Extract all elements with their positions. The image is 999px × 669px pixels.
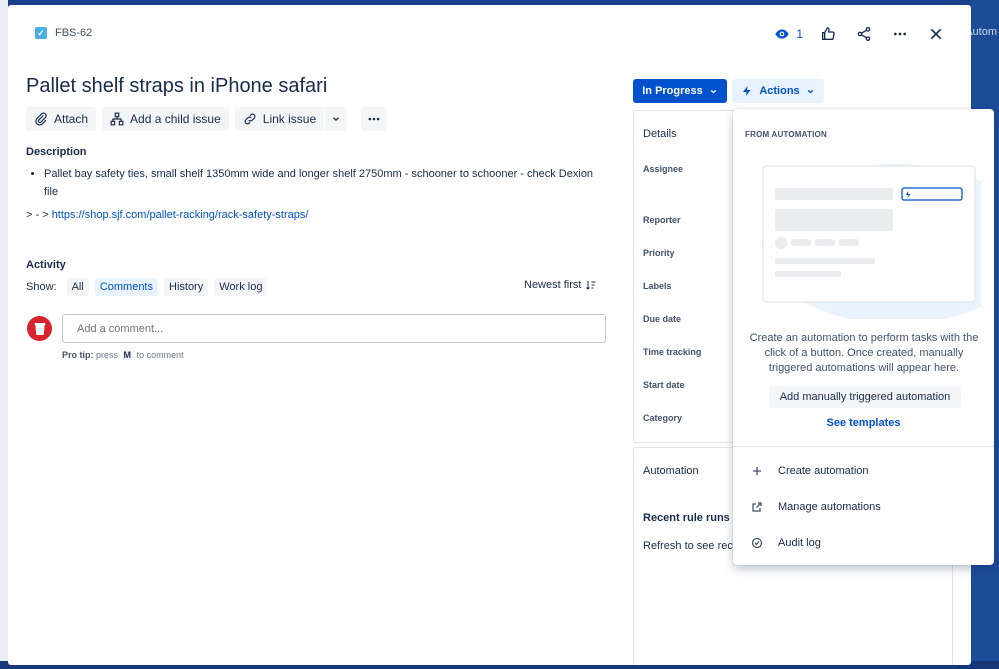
pro-tip-key: M [120,350,135,360]
link-prefix: > - > [26,209,52,221]
background-left-column [0,0,8,669]
lightning-bolt-icon [743,86,751,96]
add-child-label: Add a child issue [130,112,221,126]
chevron-down-icon [807,89,813,94]
field-category: Category [643,413,683,423]
pro-tip: Pro tip: press M to comment [62,350,184,360]
header-actions: 1 [774,23,947,45]
modal-header: ✓ FBS-62 1 [8,5,971,65]
description-link-line: > - > https://shop.sjf.com/pallet-rackin… [26,209,308,221]
filter-comments[interactable]: Comments [94,278,158,296]
field-assignee: Assignee [643,164,684,174]
dropdown-divider [733,446,994,447]
automation-title[interactable]: Automation [643,465,699,477]
dropdown-description: Create an automation to perform tasks wi… [749,332,979,374]
chevron-down-icon [333,117,340,122]
share-button[interactable] [853,23,875,45]
add-manual-automation-button[interactable]: Add manually triggered automation [769,386,961,408]
toolbar-more-button[interactable] [361,107,388,131]
external-link-icon [750,501,764,513]
plus-icon [750,465,764,477]
description-bullet: Pallet bay safety ties, small shelf 1350… [44,165,604,201]
activity-heading: Activity [26,259,66,271]
sort-icon [586,281,596,290]
pro-tip-label: Pro tip: [62,350,94,360]
refresh-text: Refresh to see rece [643,540,739,552]
actions-dropdown-button[interactable]: Actions [732,79,824,103]
automation-illustration [762,164,981,319]
actions-label: Actions [759,85,800,97]
share-icon [857,27,871,41]
issue-toolbar: Attach Add a child issue Link issue [26,107,388,131]
pro-tip-post: to comment [136,350,184,360]
description-heading: Description [26,146,87,158]
pro-tip-pre: press [96,350,119,360]
sort-order-label: Newest first [524,279,582,291]
eye-icon [775,29,789,39]
show-label: Show: [26,281,57,293]
link-icon [244,113,256,125]
link-issue-label: Link issue [262,112,317,126]
see-templates-link[interactable]: See templates [733,417,994,429]
link-issue-split-button: Link issue [234,107,348,131]
close-button[interactable] [925,23,947,45]
link-issue-dropdown-button[interactable] [325,107,348,131]
field-priority: Priority [643,248,675,258]
field-time-tracking: Time tracking [643,347,702,357]
comment-input[interactable] [62,314,606,343]
filter-all[interactable]: All [66,278,89,296]
field-start-date: Start date [643,380,685,390]
hierarchy-icon [110,112,124,126]
filter-work-log[interactable]: Work log [214,278,268,296]
watch-count: 1 [796,27,803,41]
description-content[interactable]: Pallet bay safety ties, small shelf 1350… [44,165,604,201]
watch-button[interactable]: 1 [774,26,803,42]
task-type-icon: ✓ [35,27,47,39]
create-automation-label: Create automation [778,465,869,477]
filter-history[interactable]: History [164,278,209,296]
link-issue-button[interactable]: Link issue [234,107,325,131]
add-child-issue-button[interactable]: Add a child issue [102,107,229,131]
dropdown-heading: FROM AUTOMATION [745,130,827,139]
issue-key[interactable]: FBS-62 [55,27,92,39]
menu-item-audit-log[interactable]: Audit log [733,529,994,557]
actions-dropdown-menu: FROM AUTOMATION Create an automation to … [733,109,994,565]
field-labels: Labels [643,281,672,291]
more-icon [894,32,906,36]
more-options-button[interactable] [889,23,911,45]
audit-log-label: Audit log [778,537,821,549]
status-label: In Progress [642,85,703,97]
menu-item-manage-automations[interactable]: Manage automations [733,493,994,521]
description-link[interactable]: https://shop.sjf.com/pallet-racking/rack… [52,209,309,221]
field-due-date: Due date [643,314,682,324]
issue-title[interactable]: Pallet shelf straps in iPhone safari [26,75,327,98]
manage-automations-label: Manage automations [778,501,881,513]
attach-label: Attach [54,112,89,126]
sort-order-button[interactable]: Newest first [524,279,597,291]
thumbs-up-icon [822,27,835,40]
like-button[interactable] [817,23,839,45]
recent-rule-runs-heading: Recent rule runs [643,512,730,524]
chevron-down-icon [710,89,716,94]
paperclip-icon [35,112,47,126]
menu-item-create-automation[interactable]: Create automation [733,457,994,485]
check-circle-icon [750,537,764,549]
user-avatar [27,316,52,341]
field-reporter: Reporter [643,215,681,225]
details-title[interactable]: Details [643,128,677,140]
more-icon [368,117,380,121]
avatar-logo-icon [34,322,45,335]
status-dropdown-button[interactable]: In Progress [633,79,727,103]
close-icon [930,28,942,40]
activity-filter-bar: Show: All Comments History Work log [26,278,268,296]
attach-button[interactable]: Attach [26,107,97,131]
issue-key-breadcrumb[interactable]: ✓ FBS-62 [35,27,92,39]
